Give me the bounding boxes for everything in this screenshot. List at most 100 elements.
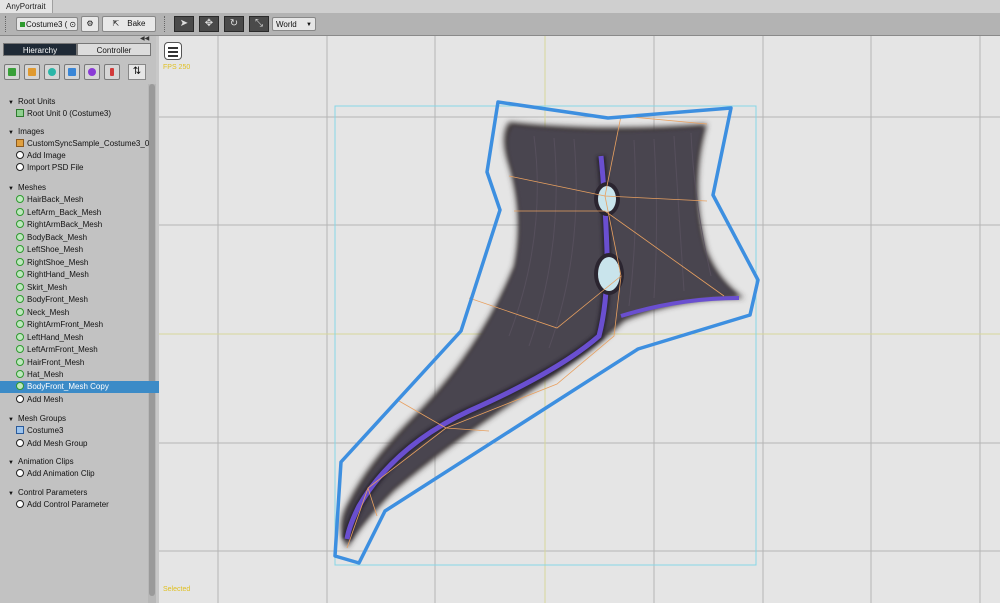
toolbar-grip[interactable] <box>5 16 9 32</box>
item-label: BodyBack_Mesh <box>27 232 88 242</box>
scale-tool-button[interactable]: ⤡ <box>249 16 269 32</box>
title-bar: AnyPortrait <box>0 0 1000 14</box>
section-control-parameters[interactable]: ▼ Control Parameters <box>0 487 156 499</box>
list-item[interactable]: LeftArm_Back_Mesh <box>0 207 164 219</box>
plus-icon <box>16 438 24 447</box>
mesh-viewport[interactable]: FPS 250 Selected <box>159 36 1000 603</box>
list-item[interactable]: RightHand_Mesh <box>0 269 164 281</box>
add-control-parameter-button[interactable]: Add Control Parameter <box>0 499 164 511</box>
filter-parameter-icon[interactable] <box>104 64 120 80</box>
section-root-units[interactable]: ▼ Root Units <box>0 96 156 108</box>
gear-icon: ⚙ <box>86 19 94 28</box>
mesh-icon <box>16 270 24 278</box>
add-mesh-button[interactable]: Add Mesh <box>0 394 164 406</box>
list-item[interactable]: Root Unit 0 (Costume3) <box>0 108 164 120</box>
space-dropdown[interactable]: World ▼ <box>272 17 316 31</box>
list-item[interactable]: Skirt_Mesh <box>0 282 164 294</box>
toolbar: Costume3 (⊙ ⚙ ⇱ Bake ➤ ✥ ↻ ⤡ World ▼ <box>0 13 1000 36</box>
collapse-sidebar-icon[interactable]: ◀◀ <box>140 36 156 42</box>
item-label: Neck_Mesh <box>27 307 70 317</box>
item-label: LeftShoe_Mesh <box>27 245 84 254</box>
filter-mesh-icon[interactable] <box>44 64 60 80</box>
add-image-button[interactable]: Add Image <box>0 150 164 162</box>
list-item[interactable]: Costume3 <box>0 425 164 437</box>
import-psd-button[interactable]: Import PSD File <box>0 162 164 174</box>
rotate-tool-button[interactable]: ↻ <box>224 16 244 32</box>
list-item[interactable]: BodyBack_Mesh <box>0 232 164 244</box>
add-animation-clip-button[interactable]: Add Animation Clip <box>0 468 164 480</box>
item-label: BodyFront_Mesh <box>27 295 88 304</box>
viewport-menu-button[interactable] <box>164 42 182 60</box>
section-label: Mesh Groups <box>18 414 67 423</box>
scale-icon: ⤡ <box>255 18 263 29</box>
settings-button[interactable]: ⚙ <box>81 16 99 32</box>
tab-hierarchy[interactable]: Hierarchy <box>3 43 77 56</box>
filter-mesh-group-icon[interactable] <box>64 64 80 80</box>
item-label: LeftArmFront_Mesh <box>27 345 98 354</box>
section-images[interactable]: ▼ Images <box>0 126 156 138</box>
list-item[interactable]: LeftArmFront_Mesh <box>0 344 164 356</box>
plus-icon <box>16 500 24 508</box>
sidebar: ◀◀ Hierarchy Controller ⇅ ▼ Root Units Ro… <box>0 36 164 603</box>
window-tab[interactable]: AnyPortrait <box>0 0 53 13</box>
viewport-canvas[interactable] <box>159 36 1000 603</box>
sort-button[interactable]: ⇅ <box>128 64 146 80</box>
list-item[interactable]: LeftShoe_Mesh <box>0 244 164 256</box>
portrait-dropdown-label: Costume3 ( <box>26 20 68 29</box>
section-label: Meshes <box>18 183 47 192</box>
select-tool-button[interactable]: ➤ <box>174 16 194 32</box>
move-tool-button[interactable]: ✥ <box>199 16 219 32</box>
bake-button[interactable]: ⇱ Bake <box>102 16 156 32</box>
item-label: HairBack_Mesh <box>27 195 84 204</box>
item-label: Skirt_Mesh <box>27 282 68 292</box>
item-label: RightHand_Mesh <box>27 270 89 279</box>
section-mesh-groups[interactable]: ▼ Mesh Groups <box>0 413 156 425</box>
mesh-icon <box>16 357 24 366</box>
add-image-label: Add Image <box>27 151 66 160</box>
filter-animation-icon[interactable] <box>84 64 100 80</box>
list-item[interactable]: Neck_Mesh <box>0 307 164 319</box>
list-item[interactable]: RightArmBack_Mesh <box>0 219 164 231</box>
section-meshes[interactable]: ▼ Meshes <box>0 182 156 194</box>
space-dropdown-label: World <box>276 20 297 29</box>
image-icon <box>16 139 24 147</box>
plus-icon <box>16 394 24 403</box>
list-item[interactable]: HairFront_Mesh <box>0 357 164 369</box>
chevron-down-icon: ▼ <box>306 22 312 28</box>
list-item[interactable]: RightArmFront_Mesh <box>0 319 164 331</box>
item-label: CustomSyncSample_Costume3_0 <box>27 139 150 148</box>
mesh-icon <box>16 320 24 328</box>
filter-root-unit-icon[interactable] <box>4 64 20 80</box>
status-text: Selected <box>163 586 191 593</box>
item-label: RightArmBack_Mesh <box>27 220 103 229</box>
menu-icon-line <box>168 55 178 57</box>
list-item[interactable]: CustomSyncSample_Costume3_0 <box>0 138 164 150</box>
list-item[interactable]: BodyFront_Mesh <box>0 294 164 306</box>
section-animation-clips[interactable]: ▼ Animation Clips <box>0 456 156 468</box>
plus-icon <box>16 151 24 159</box>
add-mesh-group-button[interactable]: Add Mesh Group <box>0 438 164 450</box>
item-label: BodyFront_Mesh Copy <box>27 382 109 391</box>
toolbar-grip-2[interactable] <box>164 16 168 32</box>
fps-readout: FPS 250 <box>163 64 191 71</box>
add-animation-clip-label: Add Animation Clip <box>27 469 95 478</box>
list-item[interactable]: LeftHand_Mesh <box>0 332 164 344</box>
section-label: Animation Clips <box>18 457 74 466</box>
mesh-icon <box>16 345 24 353</box>
mesh-icon <box>16 332 24 341</box>
menu-icon <box>168 47 178 49</box>
import-icon <box>16 163 24 171</box>
mesh-icon <box>16 195 24 203</box>
mesh-group-icon <box>16 426 24 434</box>
list-item[interactable]: Hat_Mesh <box>0 369 164 381</box>
list-item[interactable]: HairBack_Mesh <box>0 194 164 206</box>
portrait-dropdown[interactable]: Costume3 (⊙ <box>16 17 78 31</box>
list-item[interactable]: RightShoe_Mesh <box>0 257 164 269</box>
section-label: Root Units <box>18 97 56 106</box>
mesh-icon <box>16 245 24 253</box>
filter-image-icon[interactable] <box>24 64 40 80</box>
add-control-parameter-label: Add Control Parameter <box>27 500 109 509</box>
tab-controller[interactable]: Controller <box>77 43 151 56</box>
add-mesh-group-label: Add Mesh Group <box>27 438 88 448</box>
list-item-selected[interactable]: BodyFront_Mesh Copy <box>0 381 164 393</box>
